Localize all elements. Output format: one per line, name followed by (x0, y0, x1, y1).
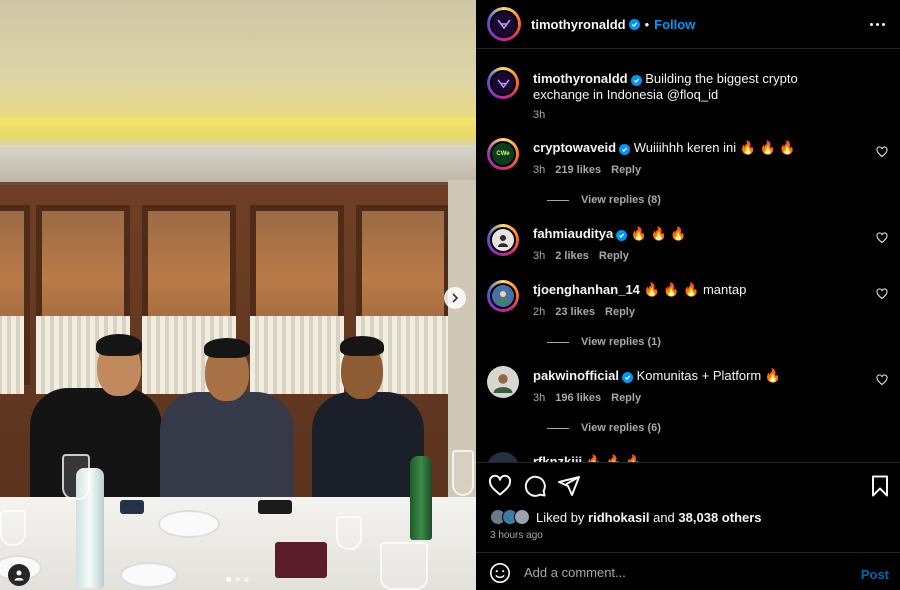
comments-list[interactable]: timothyronaldd Building the biggest cryp… (476, 50, 900, 462)
author-avatar[interactable] (487, 7, 521, 41)
heart-icon[interactable] (876, 374, 888, 386)
comment-time: 3h (533, 164, 546, 176)
comment-username[interactable]: tjoenghanhan_14 (533, 282, 640, 297)
more-options-button[interactable] (870, 16, 888, 32)
comment-username[interactable]: fahmiauditya (533, 226, 613, 241)
carousel-dot[interactable] (244, 577, 249, 582)
more-icon (870, 22, 885, 26)
comment-text: Komunitas + Platform (636, 368, 762, 383)
comment-time: 3h (533, 392, 546, 404)
post-time: 3 hours ago (490, 530, 543, 541)
likes-count[interactable]: 38,038 others (678, 510, 761, 525)
carousel-dots (226, 577, 249, 582)
heart-icon[interactable] (488, 474, 512, 498)
post-actions: Liked by ridhokasil and 38,038 others 3 … (476, 462, 900, 552)
caption-time: 3h (533, 109, 546, 121)
liked-by-prefix: Liked by (536, 509, 585, 525)
heart-icon[interactable] (876, 146, 888, 158)
reply-button[interactable]: Reply (611, 392, 641, 404)
comment-text: Wuiiihhh keren ini (633, 140, 737, 155)
liked-by-user[interactable]: ridhokasil (588, 510, 649, 525)
view-replies-button[interactable]: View replies (1) (547, 336, 661, 348)
commenter-avatar[interactable] (487, 224, 519, 256)
comment-username[interactable]: cryptowaveid (533, 140, 616, 155)
fire-emoji: 🔥 🔥 🔥 (585, 454, 642, 462)
verified-badge-icon (621, 372, 633, 383)
commenter-avatar[interactable]: CWe (487, 138, 519, 170)
comment-likes[interactable]: 196 likes (555, 392, 601, 404)
avatar-label: CWe (496, 151, 510, 157)
verified-badge-icon (616, 230, 628, 241)
fire-emoji: 🔥 (764, 368, 782, 383)
caption-avatar[interactable] (487, 67, 519, 99)
tag-user-icon (14, 570, 24, 581)
liked-by: Liked by ridhokasil and 38,038 others (490, 509, 762, 525)
next-arrow-icon (452, 293, 459, 303)
comment-text: mantap (702, 282, 747, 297)
bookmark-icon[interactable] (868, 474, 892, 498)
person-icon (498, 235, 508, 247)
comment-icon[interactable] (523, 474, 547, 498)
commenter-avatar[interactable] (487, 280, 519, 312)
view-replies-button[interactable]: View replies (8) (547, 194, 661, 206)
comment-likes[interactable]: 2 likes (555, 250, 589, 262)
avatar (514, 509, 530, 525)
person-icon (498, 291, 508, 303)
comment-likes[interactable]: 23 likes (555, 306, 595, 318)
reply-button[interactable]: Reply (611, 164, 641, 176)
liked-by-middle: and (653, 509, 675, 525)
separator-dot: • (644, 16, 650, 32)
carousel-dot[interactable] (235, 577, 240, 582)
person-icon (493, 374, 513, 393)
logo-icon (497, 19, 511, 30)
commenter-avatar[interactable] (487, 366, 519, 398)
post-photo[interactable] (0, 0, 476, 590)
fire-emoji: 🔥 🔥 🔥 (630, 226, 687, 241)
comment-time: 3h (533, 250, 546, 262)
view-replies-button[interactable]: View replies (6) (547, 422, 661, 434)
verified-badge-icon (630, 75, 642, 86)
commenter-avatar[interactable] (487, 452, 519, 462)
fire-emoji: 🔥 🔥 🔥 (739, 140, 796, 155)
fire-emoji: 🔥 🔥 🔥 (643, 282, 700, 297)
comment-input[interactable] (524, 562, 824, 582)
comment-likes[interactable]: 219 likes (555, 164, 601, 176)
post-header: timothyronaldd • Follow (476, 0, 900, 49)
comment-username[interactable]: rfknzkiii (533, 454, 582, 462)
carousel-dot[interactable] (226, 577, 231, 582)
caption-username[interactable]: timothyronaldd (533, 71, 628, 86)
tag-user-button[interactable] (8, 564, 30, 586)
logo-icon (496, 78, 510, 88)
reply-button[interactable]: Reply (605, 306, 635, 318)
reply-button[interactable]: Reply (599, 250, 629, 262)
verified-badge-icon (619, 144, 631, 155)
heart-icon[interactable] (876, 232, 888, 244)
verified-badge-icon (628, 18, 640, 30)
liker-avatars[interactable] (490, 509, 530, 525)
post-side-panel: timothyronaldd • Follow timothyronaldd B… (476, 0, 900, 590)
comment-username[interactable]: pakwinofficial (533, 368, 619, 383)
emoji-icon[interactable] (489, 562, 511, 584)
carousel-next-button[interactable] (444, 287, 466, 309)
author-username[interactable]: timothyronaldd (531, 17, 626, 32)
add-comment-bar: Post (476, 552, 900, 590)
heart-icon[interactable] (876, 288, 888, 300)
comment-time: 2h (533, 306, 546, 318)
follow-button[interactable]: Follow (654, 17, 695, 32)
share-icon[interactable] (557, 474, 581, 498)
post-comment-button[interactable]: Post (861, 567, 889, 582)
